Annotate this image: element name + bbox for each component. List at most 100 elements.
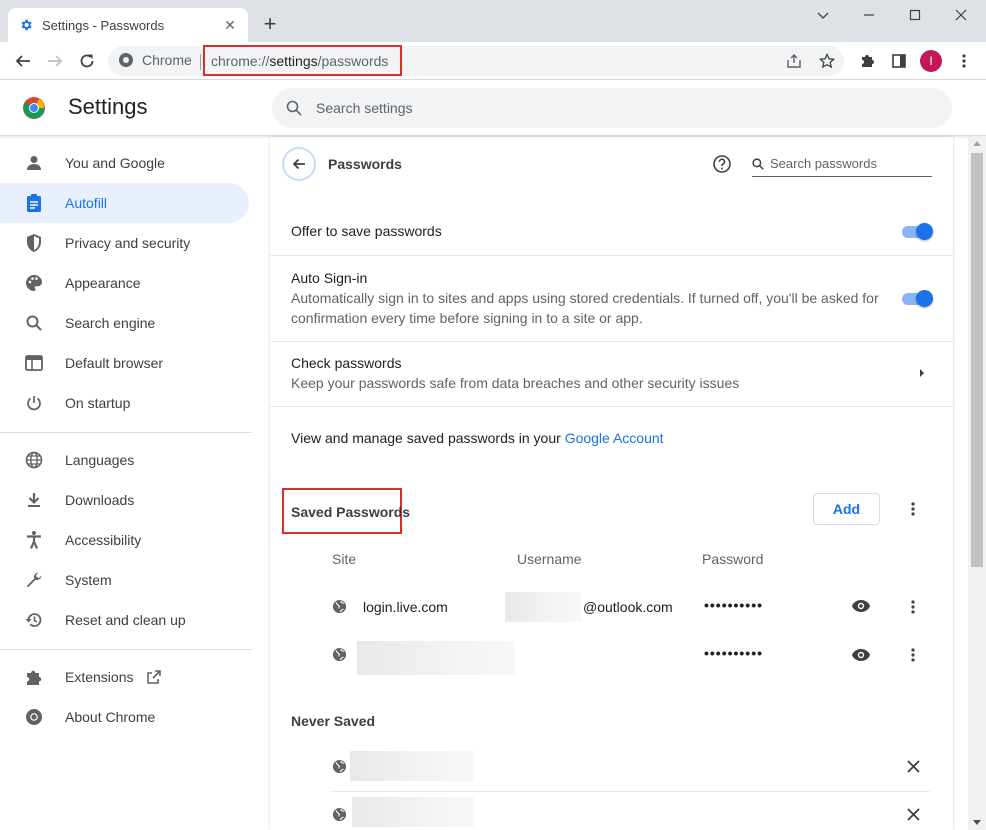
close-icon[interactable] bbox=[907, 760, 920, 773]
redacted-username bbox=[505, 592, 582, 622]
share-icon[interactable] bbox=[780, 47, 808, 75]
chrome-logo-icon bbox=[22, 96, 46, 120]
download-icon bbox=[24, 490, 44, 510]
sidebar-item-label: Appearance bbox=[65, 275, 141, 291]
help-icon[interactable] bbox=[712, 154, 732, 174]
sidebar-item-label: Autofill bbox=[65, 195, 108, 211]
more-menu-icon[interactable] bbox=[950, 47, 978, 75]
globe-icon bbox=[332, 759, 347, 774]
more-vert-icon[interactable] bbox=[903, 645, 923, 665]
sidebar-item-reset[interactable]: Reset and clean up bbox=[0, 600, 249, 640]
new-tab-button[interactable]: + bbox=[258, 11, 282, 36]
redacted-site bbox=[352, 797, 474, 827]
extensions-icon[interactable] bbox=[853, 47, 881, 75]
divider bbox=[270, 341, 953, 342]
sidebar-item-label: Downloads bbox=[65, 492, 135, 508]
redacted-site bbox=[350, 751, 474, 781]
avatar[interactable]: I bbox=[920, 50, 942, 72]
sidebar-item-label: On startup bbox=[65, 395, 131, 411]
eye-icon[interactable] bbox=[851, 648, 871, 662]
settings-search-input[interactable]: Search settings bbox=[272, 88, 952, 128]
settings-header: Settings Search settings bbox=[0, 80, 986, 136]
never-saved-title: Never Saved bbox=[291, 713, 376, 729]
tab-strip: Settings - Passwords ✕ + bbox=[0, 0, 986, 42]
search-icon bbox=[24, 313, 44, 333]
sidebar-item-appearance[interactable]: Appearance bbox=[0, 263, 249, 303]
sidebar-item-about-chrome[interactable]: About Chrome bbox=[0, 697, 249, 737]
chrome-icon bbox=[118, 52, 134, 68]
manage-text-prefix: View and manage saved passwords in your bbox=[291, 430, 565, 446]
tab-title: Settings - Passwords bbox=[42, 17, 165, 33]
search-passwords-placeholder: Search passwords bbox=[770, 156, 877, 171]
sidebar-item-on-startup[interactable]: On startup bbox=[0, 383, 249, 423]
username-cell: @outlook.com bbox=[583, 599, 673, 615]
chrome-chip-label: Chrome bbox=[142, 52, 192, 68]
chrome-chip[interactable]: Chrome bbox=[118, 52, 192, 68]
sidebar-item-autofill[interactable]: Autofill bbox=[0, 183, 249, 223]
more-vert-icon[interactable] bbox=[903, 597, 923, 617]
redacted-site bbox=[357, 641, 515, 675]
auto-signin-toggle[interactable] bbox=[902, 290, 933, 307]
window-close-button[interactable] bbox=[938, 0, 984, 30]
sidebar-item-languages[interactable]: Languages bbox=[0, 440, 249, 480]
sidebar-item-default-browser[interactable]: Default browser bbox=[0, 343, 249, 383]
check-passwords-title: Check passwords bbox=[291, 355, 402, 371]
sidebar-item-accessibility[interactable]: Accessibility bbox=[0, 520, 249, 560]
maximize-button[interactable] bbox=[892, 0, 938, 30]
passwords-page: Passwords Search passwords Offer to save… bbox=[270, 137, 953, 830]
password-cell: •••••••••• bbox=[704, 645, 764, 661]
restore-icon bbox=[24, 610, 44, 630]
clipboard-icon bbox=[24, 193, 44, 213]
add-password-button[interactable]: Add bbox=[813, 493, 880, 525]
column-header-site: Site bbox=[332, 551, 357, 567]
sidebar-item-label: System bbox=[65, 572, 112, 588]
close-icon[interactable]: ✕ bbox=[222, 17, 238, 33]
sidebar-item-extensions[interactable]: Extensions bbox=[0, 657, 249, 697]
forward-button[interactable] bbox=[41, 47, 69, 75]
sidebar-item-label: About Chrome bbox=[65, 709, 156, 725]
offer-save-toggle[interactable] bbox=[902, 223, 933, 240]
search-icon bbox=[752, 157, 764, 170]
scroll-up-arrow[interactable] bbox=[972, 140, 982, 148]
google-account-link[interactable]: Google Account bbox=[565, 430, 664, 446]
sidebar-item-downloads[interactable]: Downloads bbox=[0, 480, 249, 520]
offer-save-label: Offer to save passwords bbox=[291, 223, 442, 239]
check-passwords-row[interactable]: Check passwords Keep your passwords safe… bbox=[270, 355, 953, 405]
sidebar-item-label: Privacy and security bbox=[65, 235, 191, 251]
wrench-icon bbox=[24, 570, 44, 590]
chrome-icon bbox=[24, 707, 44, 727]
reload-button[interactable] bbox=[73, 47, 101, 75]
manage-text: View and manage saved passwords in your … bbox=[291, 430, 664, 446]
more-vert-icon[interactable] bbox=[903, 499, 923, 519]
sidebar-item-label: Search engine bbox=[65, 315, 156, 331]
globe-icon bbox=[332, 599, 347, 614]
sidebar-item-privacy[interactable]: Privacy and security bbox=[0, 223, 249, 263]
sidebar-item-label: Accessibility bbox=[65, 532, 142, 548]
eye-icon[interactable] bbox=[851, 599, 871, 613]
tab-search-icon[interactable] bbox=[800, 0, 846, 30]
star-icon[interactable] bbox=[813, 47, 841, 75]
divider bbox=[330, 791, 930, 792]
sidebar-item-system[interactable]: System bbox=[0, 560, 249, 600]
puzzle-icon bbox=[24, 667, 44, 687]
scrollbar-thumb[interactable] bbox=[971, 153, 983, 567]
minimize-button[interactable] bbox=[846, 0, 892, 30]
power-icon bbox=[24, 393, 44, 413]
scroll-down-arrow[interactable] bbox=[972, 818, 982, 826]
url-text[interactable]: chrome://settings/passwords bbox=[203, 45, 402, 76]
column-header-username: Username bbox=[517, 551, 582, 567]
password-cell: •••••••••• bbox=[704, 597, 764, 613]
side-panel-icon[interactable] bbox=[885, 47, 913, 75]
sidebar-item-label: Languages bbox=[65, 452, 135, 468]
back-button[interactable] bbox=[9, 47, 37, 75]
tab-settings[interactable]: Settings - Passwords ✕ bbox=[8, 8, 248, 42]
sidebar-item-search-engine[interactable]: Search engine bbox=[0, 303, 249, 343]
back-arrow-button[interactable] bbox=[282, 147, 316, 181]
search-passwords-input[interactable]: Search passwords bbox=[752, 151, 932, 177]
browser-toolbar: Chrome bbox=[0, 42, 986, 80]
palette-icon bbox=[24, 273, 44, 293]
close-icon[interactable] bbox=[907, 808, 920, 821]
settings-search-placeholder: Search settings bbox=[316, 100, 413, 116]
browser-icon bbox=[24, 353, 44, 373]
sidebar-item-you-and-google[interactable]: You and Google bbox=[0, 143, 249, 183]
